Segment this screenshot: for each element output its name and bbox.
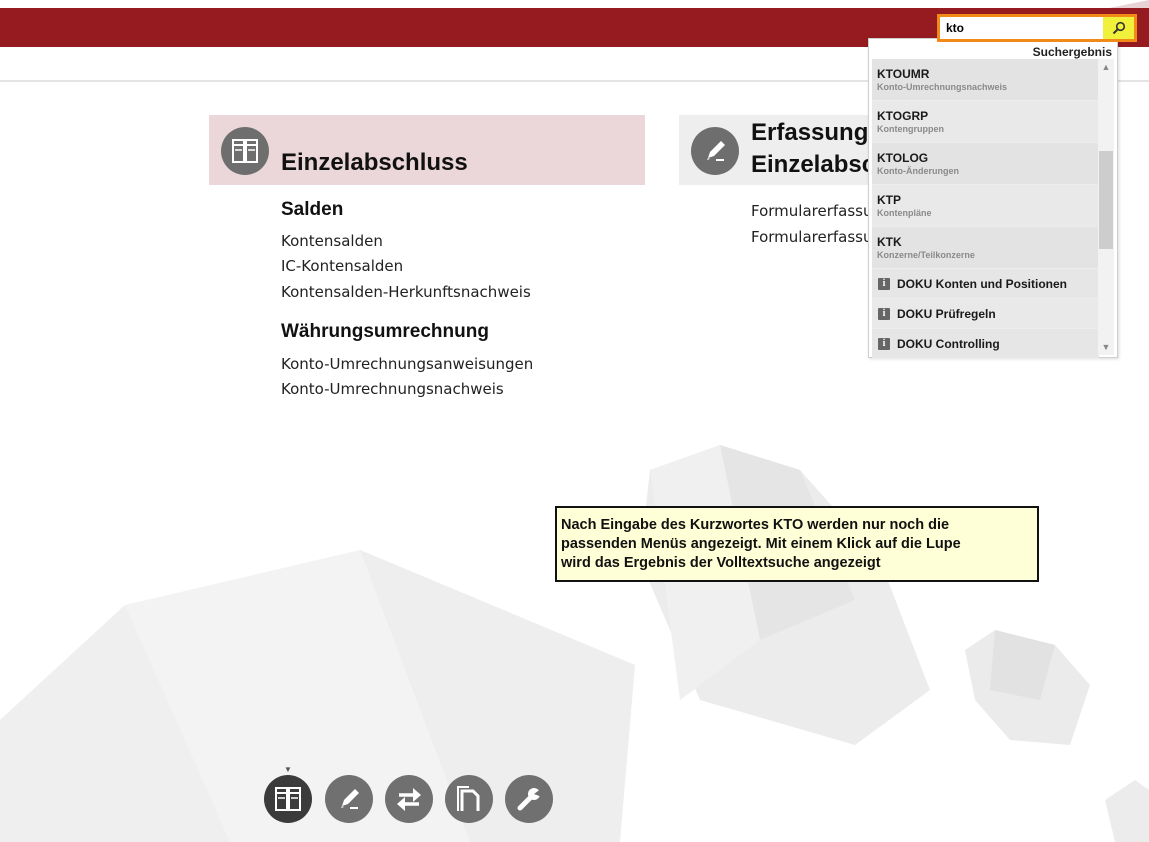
search-result-item[interactable]: KTP Kontenpläne [872,185,1099,227]
search-results-dropdown: Suchergebnis KTOUMR Konto-Umrechnungsnac… [868,38,1118,359]
table-icon [275,787,301,811]
tooltip-line: Nach Eingabe des Kurzwortes KTO werden n… [561,517,950,533]
tile-title: Einzelabschluss [281,149,468,176]
exchange-icon [397,788,421,811]
tooltip-line: passenden Menüs angezeigt. Mit einem Kli… [561,536,961,552]
search-results-list: KTOUMR Konto-Umrechnungsnachweis KTOGRP … [872,59,1099,359]
doc-result-item[interactable]: i DOKU Prüfregeln [872,299,1099,329]
doc-result-label: DOKU Konten und Positionen [897,276,1067,291]
search-result-item[interactable]: KTK Konzerne/Teilkonzerne [872,227,1099,269]
tile-einzelabschluss[interactable]: Einzelabschluss [209,115,645,185]
result-description: Kontengruppen [877,124,944,134]
search-result-item[interactable]: KTOGRP Kontengruppen [872,101,1099,143]
wrench-icon [517,788,542,811]
search-result-item[interactable]: KTOUMR Konto-Umrechnungsnachweis [872,59,1099,101]
top-corner-decoration [1109,0,1149,8]
menu-link[interactable]: Kontensalden [281,232,383,250]
result-code: KTOUMR [877,67,930,81]
search-result-item[interactable]: KTOLOG Konto-Änderungen [872,143,1099,185]
result-code: KTP [877,193,901,207]
result-description: Konto-Änderungen [877,166,959,176]
search-button[interactable] [1103,17,1134,39]
search-box [937,14,1137,42]
info-icon: i [878,337,890,350]
doc-result-label: DOKU Controlling [897,336,1000,351]
section-title-salden: Salden [281,199,344,220]
document-icon [457,786,480,811]
pencil-icon [341,789,359,809]
result-code: KTK [877,235,902,249]
menu-link[interactable]: Konto-Umrechnungsanweisungen [281,355,533,373]
result-description: Konto-Umrechnungsnachweis [877,82,1008,92]
doc-result-label: DOKU Prüfregeln [897,306,996,321]
search-input[interactable] [940,17,1103,39]
info-icon: i [878,307,890,320]
scroll-up-icon[interactable]: ▲ [1098,59,1114,75]
results-scrollbar[interactable]: ▲ ▼ [1098,59,1114,355]
menu-link[interactable]: IC-Kontensalden [281,257,403,275]
search-results-label: Suchergebnis [1032,45,1112,59]
result-code: KTOLOG [877,151,929,165]
scrollbar-thumb[interactable] [1099,151,1113,249]
menu-link[interactable]: Formularerfassur [751,228,879,246]
active-marker-icon: ▼ [284,765,292,774]
nav-wrench-button[interactable] [505,775,553,823]
pencil-icon [691,127,739,175]
magnifier-icon [1112,21,1125,35]
nav-document-button[interactable] [445,775,493,823]
tile-title-line: Erfassung [751,119,869,146]
result-code: KTOGRP [877,109,929,123]
doc-result-item[interactable]: i DOKU Konten und Positionen [872,269,1099,299]
nav-pencil-button[interactable] [325,775,373,823]
section-title-waehrungsumrechnung: Währungsumrechnung [281,321,489,342]
table-icon [221,127,269,175]
tile-erfassung[interactable]: Erfassung Einzelabsc [679,115,879,185]
menu-link[interactable]: Konto-Umrechnungsnachweis [281,380,504,398]
tile-title: Erfassung Einzelabsc [751,117,875,181]
scroll-down-icon[interactable]: ▼ [1098,339,1114,355]
result-description: Kontenpläne [877,208,932,218]
info-icon: i [878,277,890,290]
menu-link[interactable]: Formularerfassur [751,202,879,220]
menu-link[interactable]: Kontensalden-Herkunftsnachweis [281,283,531,301]
help-tooltip: Nach Eingabe des Kurzwortes KTO werden n… [555,506,1039,582]
tooltip-line: wird das Ergebnis der Volltextsuche ange… [561,555,881,571]
nav-exchange-button[interactable] [385,775,433,823]
tile-title-line: Einzelabsc [751,151,876,178]
doc-result-item[interactable]: i DOKU Controlling [872,329,1099,359]
nav-table-button[interactable] [264,775,312,823]
result-description: Konzerne/Teilkonzerne [877,250,975,260]
